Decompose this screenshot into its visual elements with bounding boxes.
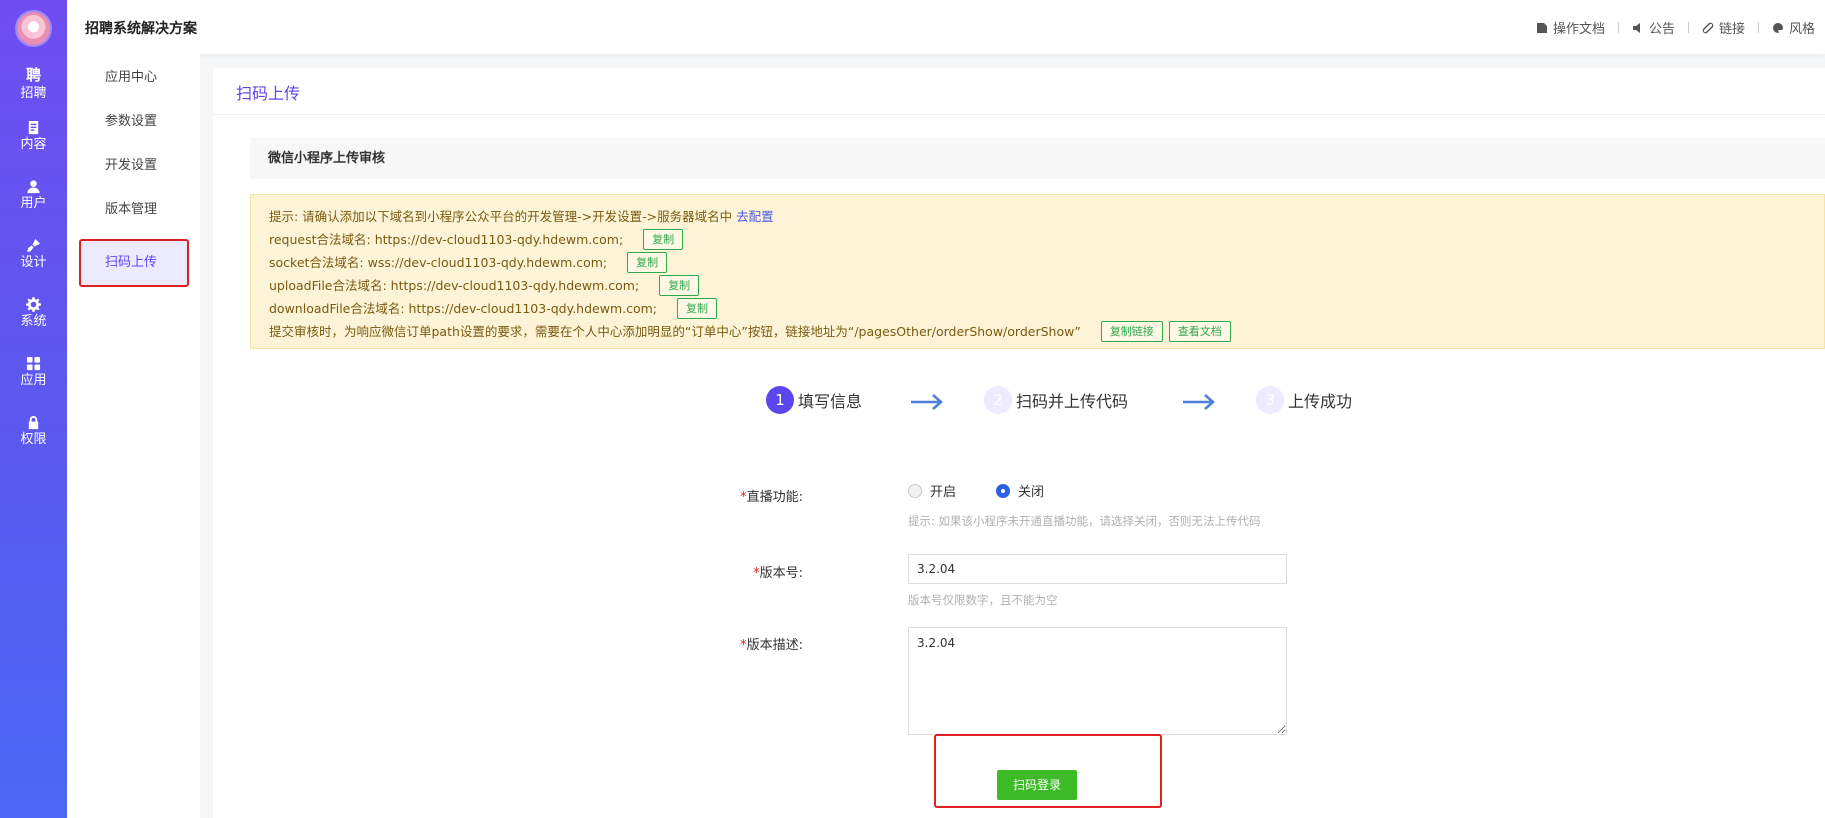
notice-tip: 提示: 请确认添加以下域名到小程序公众平台的开发管理->开发设置->服务器域名中… xyxy=(269,205,1824,228)
step-number: 2 xyxy=(984,386,1012,414)
radio-button[interactable] xyxy=(908,483,922,498)
step-label: 扫码并上传代码 xyxy=(1016,392,1129,411)
domain-text: socket合法域名: wss://dev-cloud1103-qdy.hdew… xyxy=(269,255,608,270)
divider xyxy=(213,114,1825,115)
subnav-item-app-center[interactable]: 应用中心 xyxy=(79,54,189,102)
rail-item-label: 招聘 xyxy=(20,86,47,101)
recruit-icon: 聘 xyxy=(25,66,41,84)
subnav-item-version[interactable]: 版本管理 xyxy=(79,186,189,234)
top-header: 招聘系统解决方案 操作文档 公告 链接 风格 xyxy=(67,0,1825,54)
domain-text: downloadFile合法域名: https://dev-cloud1103-… xyxy=(269,301,658,316)
app-title: 招聘系统解决方案 xyxy=(85,21,197,37)
arrow-right-icon xyxy=(909,390,945,414)
subnav-item-params[interactable]: 参数设置 xyxy=(79,98,189,146)
rail-item-user[interactable]: 用户 xyxy=(0,177,67,227)
header-link-label: 风格 xyxy=(1788,22,1815,37)
domain-text: uploadFile合法域名: https://dev-cloud1103-qd… xyxy=(269,278,640,293)
step-scan-upload: 2 扫码并上传代码 xyxy=(984,386,1128,414)
doc-icon xyxy=(1536,22,1547,33)
header-links: 操作文档 公告 链接 风格 xyxy=(1536,18,1815,37)
upload-steps: 1 填写信息 2 扫码并上传代码 3 上传成功 xyxy=(766,386,1386,426)
step-number: 3 xyxy=(1256,386,1284,414)
step-number: 1 xyxy=(766,386,794,414)
rail-item-label: 系统 xyxy=(20,314,47,329)
header-link-link[interactable]: 链接 xyxy=(1702,18,1745,37)
rail-item-apps[interactable]: 应用 xyxy=(0,354,67,404)
rail-item-label: 权限 xyxy=(20,432,47,447)
goto-config-link[interactable]: 去配置 xyxy=(736,205,774,228)
copy-button[interactable]: 复制 xyxy=(643,229,684,250)
logo-icon[interactable] xyxy=(17,12,50,45)
view-doc-button[interactable]: 查看文档 xyxy=(1168,321,1231,342)
grid-icon xyxy=(26,356,41,371)
step-success: 3 上传成功 xyxy=(1256,386,1352,414)
rail-item-recruit[interactable]: 聘 招聘 xyxy=(0,66,67,116)
user-icon xyxy=(27,180,40,194)
description-textarea[interactable]: 3.2.04 xyxy=(908,627,1287,735)
speaker-icon xyxy=(1632,22,1640,33)
step-label: 上传成功 xyxy=(1288,392,1353,411)
notice-submit-row: 提交审核时，为响应微信订单path设置的要求，需要在个人中心添加明显的“订单中心… xyxy=(269,320,1824,343)
notice-domain-row: request合法域名: https://dev-cloud1103-qdy.h… xyxy=(269,228,1824,251)
live-label: *直播功能: xyxy=(740,490,803,505)
rail-item-permission[interactable]: 权限 xyxy=(0,413,67,463)
rail-item-label: 设计 xyxy=(20,255,47,270)
rail-item-label: 应用 xyxy=(20,373,47,388)
domain-notice: 提示: 请确认添加以下域名到小程序公众平台的开发管理->开发设置->服务器域名中… xyxy=(250,194,1825,349)
brush-icon xyxy=(26,238,41,252)
sub-navigation: 应用中心 参数设置 开发设置 版本管理 扫码上传 xyxy=(67,54,200,818)
document-icon xyxy=(28,120,39,135)
live-option-on[interactable]: 开启 xyxy=(908,481,956,500)
rail-item-design[interactable]: 设计 xyxy=(0,236,67,286)
scan-login-button[interactable]: 扫码登录 xyxy=(997,770,1077,800)
radio-label: 开启 xyxy=(930,485,957,500)
header-link-docs[interactable]: 操作文档 xyxy=(1536,18,1605,37)
subnav-item-dev-settings[interactable]: 开发设置 xyxy=(79,142,189,190)
header-link-label: 操作文档 xyxy=(1552,22,1605,37)
copy-link-button[interactable]: 复制链接 xyxy=(1100,321,1163,342)
radio-button[interactable] xyxy=(996,483,1011,498)
arrow-right-icon xyxy=(1181,390,1217,414)
header-link-label: 公告 xyxy=(1648,22,1675,37)
live-option-off[interactable]: 关闭 xyxy=(996,481,1044,500)
step-label: 填写信息 xyxy=(798,392,863,411)
version-input[interactable] xyxy=(908,554,1287,584)
copy-button[interactable]: 复制 xyxy=(659,275,700,296)
radio-label: 关闭 xyxy=(1018,485,1045,500)
left-rail: 聘 招聘 内容 用户 设计 系统 应用 权限 xyxy=(0,0,67,818)
header-link-style[interactable]: 风格 xyxy=(1772,18,1815,37)
version-hint: 版本号仅限数字，且不能为空 xyxy=(908,593,1058,607)
divider xyxy=(1757,22,1759,33)
copy-button[interactable]: 复制 xyxy=(627,252,668,273)
live-radio-group: 开启 关闭 xyxy=(908,481,1084,500)
notice-domain-row: uploadFile合法域名: https://dev-cloud1103-qd… xyxy=(269,274,1824,297)
notice-tip-text: 提示: 请确认添加以下域名到小程序公众平台的开发管理->开发设置->服务器域名中 xyxy=(269,209,733,224)
gear-icon xyxy=(26,297,41,312)
rail-item-label: 用户 xyxy=(20,196,47,211)
rail-item-content[interactable]: 内容 xyxy=(0,118,67,168)
subnav-item-scan-upload[interactable]: 扫码上传 xyxy=(79,239,189,287)
version-label: *版本号: xyxy=(753,566,803,581)
rail-item-system[interactable]: 系统 xyxy=(0,295,67,345)
palette-icon xyxy=(1772,22,1783,33)
lock-icon xyxy=(28,415,39,430)
header-link-label: 链接 xyxy=(1718,22,1745,37)
domain-text: request合法域名: https://dev-cloud1103-qdy.h… xyxy=(269,232,624,247)
live-hint: 提示: 如果该小程序未开通直播功能，请选择关闭，否则无法上传代码 xyxy=(908,514,1261,528)
link-icon xyxy=(1702,22,1714,33)
divider xyxy=(1617,22,1619,33)
description-label: *版本描述: xyxy=(740,638,803,653)
copy-button[interactable]: 复制 xyxy=(677,298,718,319)
header-link-announcement[interactable]: 公告 xyxy=(1632,18,1675,37)
submit-note-text: 提交审核时，为响应微信订单path设置的要求，需要在个人中心添加明显的“订单中心… xyxy=(269,324,1081,339)
page-title: 扫码上传 xyxy=(236,84,301,103)
main-panel: 扫码上传 微信小程序上传审核 提示: 请确认添加以下域名到小程序公众平台的开发管… xyxy=(213,68,1825,818)
rail-item-label: 内容 xyxy=(20,137,47,152)
section-title: 微信小程序上传审核 xyxy=(250,138,1825,179)
divider xyxy=(1687,22,1689,33)
notice-domain-row: socket合法域名: wss://dev-cloud1103-qdy.hdew… xyxy=(269,251,1824,274)
step-fill-info: 1 填写信息 xyxy=(766,386,862,414)
notice-domain-row: downloadFile合法域名: https://dev-cloud1103-… xyxy=(269,297,1824,320)
